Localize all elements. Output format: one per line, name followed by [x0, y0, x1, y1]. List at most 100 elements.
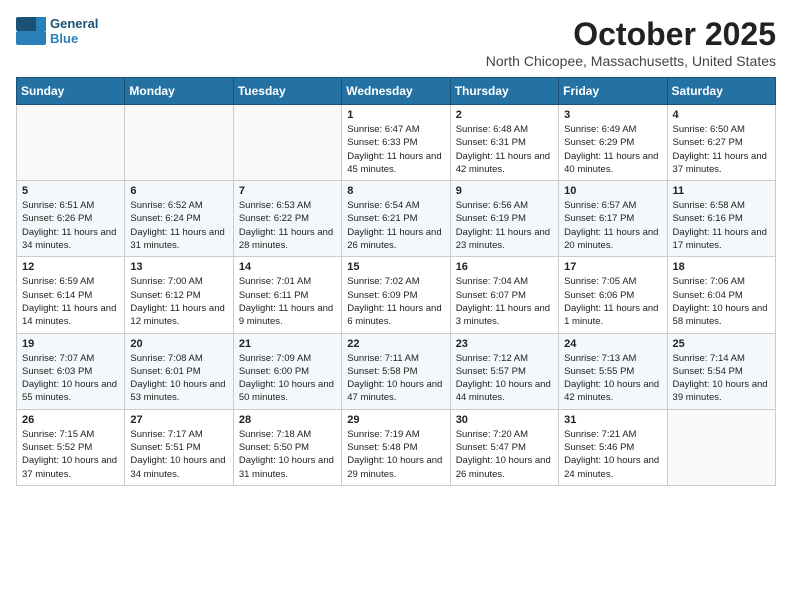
calendar-cell: 30Sunrise: 7:20 AM Sunset: 5:47 PM Dayli… — [450, 409, 558, 485]
day-info: Sunrise: 6:57 AM Sunset: 6:17 PM Dayligh… — [564, 199, 661, 252]
day-number: 31 — [564, 414, 661, 426]
day-info: Sunrise: 7:14 AM Sunset: 5:54 PM Dayligh… — [673, 352, 770, 405]
day-info: Sunrise: 7:17 AM Sunset: 5:51 PM Dayligh… — [130, 428, 227, 481]
day-info: Sunrise: 7:11 AM Sunset: 5:58 PM Dayligh… — [347, 352, 444, 405]
calendar-header-day: Sunday — [17, 78, 125, 105]
calendar-cell: 14Sunrise: 7:01 AM Sunset: 6:11 PM Dayli… — [233, 257, 341, 333]
logo: General Blue — [16, 16, 98, 46]
day-number: 9 — [456, 185, 553, 197]
calendar-cell: 27 Sunrise: 7:17 AM Sunset: 5:51 PM Dayli… — [125, 409, 233, 485]
day-info: Sunrise: 7:02 AM Sunset: 6:09 PM Dayligh… — [347, 275, 444, 328]
calendar-cell: 11Sunrise: 6:58 AM Sunset: 6:16 PM Dayli… — [667, 181, 775, 257]
calendar-header-day: Friday — [559, 78, 667, 105]
calendar-cell: 28 Sunrise: 7:18 AM Sunset: 5:50 PM Dayli… — [233, 409, 341, 485]
calendar-cell: 3 Sunrise: 6:49 AM Sunset: 6:29 PM Daylig… — [559, 105, 667, 181]
day-number: 3 — [564, 109, 661, 121]
calendar-cell: 16 Sunrise: 7:04 AM Sunset: 6:07 PM Dayli… — [450, 257, 558, 333]
calendar-header-row: SundayMondayTuesdayWednesdayThursdayFrid… — [17, 78, 776, 105]
day-number: 24 — [564, 338, 661, 350]
day-info: Sunrise: 7:00 AM Sunset: 6:12 PM Dayligh… — [130, 275, 227, 328]
day-number: 28 — [239, 414, 336, 426]
calendar-header-day: Thursday — [450, 78, 558, 105]
day-number: 25 — [673, 338, 770, 350]
day-info: Sunrise: 7:21 AM Sunset: 5:46 PM Dayligh… — [564, 428, 661, 481]
calendar-cell: 25 Sunrise: 7:14 AM Sunset: 5:54 PM Dayli… — [667, 333, 775, 409]
day-info: Sunrise: 6:49 AM Sunset: 6:29 PM Dayligh… — [564, 123, 661, 176]
calendar-cell: 20 Sunrise: 7:08 AM Sunset: 6:01 PM Dayli… — [125, 333, 233, 409]
calendar-week-row: 1Sunrise: 6:47 AM Sunset: 6:33 PM Daylig… — [17, 105, 776, 181]
calendar-cell: 12 Sunrise: 6:59 AM Sunset: 6:14 PM Dayli… — [17, 257, 125, 333]
day-number: 4 — [673, 109, 770, 121]
calendar-cell — [233, 105, 341, 181]
day-info: Sunrise: 6:53 AM Sunset: 6:22 PM Dayligh… — [239, 199, 336, 252]
calendar-cell: 13 Sunrise: 7:00 AM Sunset: 6:12 PM Dayli… — [125, 257, 233, 333]
calendar-cell: 5 Sunrise: 6:51 AM Sunset: 6:26 PM Daylig… — [17, 181, 125, 257]
day-number: 29 — [347, 414, 444, 426]
location-subtitle: North Chicopee, Massachusetts, United St… — [486, 53, 776, 69]
calendar-header-day: Tuesday — [233, 78, 341, 105]
day-info: Sunrise: 6:51 AM Sunset: 6:26 PM Dayligh… — [22, 199, 119, 252]
day-info: Sunrise: 6:58 AM Sunset: 6:16 PM Dayligh… — [673, 199, 770, 252]
day-info: Sunrise: 7:04 AM Sunset: 6:07 PM Dayligh… — [456, 275, 553, 328]
calendar-cell: 24 Sunrise: 7:13 AM Sunset: 5:55 PM Dayli… — [559, 333, 667, 409]
day-info: Sunrise: 7:01 AM Sunset: 6:11 PM Dayligh… — [239, 275, 336, 328]
day-info: Sunrise: 6:54 AM Sunset: 6:21 PM Dayligh… — [347, 199, 444, 252]
day-number: 20 — [130, 338, 227, 350]
day-number: 8 — [347, 185, 444, 197]
calendar-cell — [667, 409, 775, 485]
calendar-header-day: Wednesday — [342, 78, 450, 105]
calendar-cell: 19Sunrise: 7:07 AM Sunset: 6:03 PM Dayli… — [17, 333, 125, 409]
calendar-header-day: Monday — [125, 78, 233, 105]
calendar-cell: 29Sunrise: 7:19 AM Sunset: 5:48 PM Dayli… — [342, 409, 450, 485]
logo-text: General Blue — [50, 16, 98, 46]
day-number: 12 — [22, 261, 119, 273]
calendar-cell: 22 Sunrise: 7:11 AM Sunset: 5:58 PM Dayli… — [342, 333, 450, 409]
month-title: October 2025 — [486, 16, 776, 53]
calendar-cell: 26Sunrise: 7:15 AM Sunset: 5:52 PM Dayli… — [17, 409, 125, 485]
day-number: 16 — [456, 261, 553, 273]
day-info: Sunrise: 7:08 AM Sunset: 6:01 PM Dayligh… — [130, 352, 227, 405]
day-number: 7 — [239, 185, 336, 197]
day-info: Sunrise: 7:13 AM Sunset: 5:55 PM Dayligh… — [564, 352, 661, 405]
day-info: Sunrise: 6:56 AM Sunset: 6:19 PM Dayligh… — [456, 199, 553, 252]
page-header: General Blue October 2025 North Chicopee… — [16, 16, 776, 69]
day-number: 22 — [347, 338, 444, 350]
calendar-week-row: 5 Sunrise: 6:51 AM Sunset: 6:26 PM Daylig… — [17, 181, 776, 257]
day-number: 6 — [130, 185, 227, 197]
calendar-cell: 2Sunrise: 6:48 AM Sunset: 6:31 PM Daylig… — [450, 105, 558, 181]
calendar-cell: 21 Sunrise: 7:09 AM Sunset: 6:00 PM Dayli… — [233, 333, 341, 409]
day-info: Sunrise: 6:52 AM Sunset: 6:24 PM Dayligh… — [130, 199, 227, 252]
day-number: 21 — [239, 338, 336, 350]
calendar-cell: 1Sunrise: 6:47 AM Sunset: 6:33 PM Daylig… — [342, 105, 450, 181]
day-info: Sunrise: 6:59 AM Sunset: 6:14 PM Dayligh… — [22, 275, 119, 328]
day-number: 19 — [22, 338, 119, 350]
calendar-table: SundayMondayTuesdayWednesdayThursdayFrid… — [16, 77, 776, 486]
day-number: 13 — [130, 261, 227, 273]
calendar-cell — [125, 105, 233, 181]
calendar-cell — [17, 105, 125, 181]
calendar-cell: 6 Sunrise: 6:52 AM Sunset: 6:24 PM Daylig… — [125, 181, 233, 257]
day-number: 30 — [456, 414, 553, 426]
day-info: Sunrise: 7:18 AM Sunset: 5:50 PM Dayligh… — [239, 428, 336, 481]
day-number: 10 — [564, 185, 661, 197]
calendar-cell: 10 Sunrise: 6:57 AM Sunset: 6:17 PM Dayli… — [559, 181, 667, 257]
day-number: 5 — [22, 185, 119, 197]
day-number: 17 — [564, 261, 661, 273]
calendar-cell: 4Sunrise: 6:50 AM Sunset: 6:27 PM Daylig… — [667, 105, 775, 181]
title-section: October 2025 North Chicopee, Massachuset… — [486, 16, 776, 69]
calendar-header-day: Saturday — [667, 78, 775, 105]
calendar-cell: 7 Sunrise: 6:53 AM Sunset: 6:22 PM Daylig… — [233, 181, 341, 257]
calendar-cell: 8 Sunrise: 6:54 AM Sunset: 6:21 PM Daylig… — [342, 181, 450, 257]
calendar-cell: 18Sunrise: 7:06 AM Sunset: 6:04 PM Dayli… — [667, 257, 775, 333]
calendar-cell: 15 Sunrise: 7:02 AM Sunset: 6:09 PM Dayli… — [342, 257, 450, 333]
calendar-cell: 17 Sunrise: 7:05 AM Sunset: 6:06 PM Dayli… — [559, 257, 667, 333]
day-number: 15 — [347, 261, 444, 273]
day-number: 18 — [673, 261, 770, 273]
day-info: Sunrise: 7:12 AM Sunset: 5:57 PM Dayligh… — [456, 352, 553, 405]
day-number: 1 — [347, 109, 444, 121]
day-number: 23 — [456, 338, 553, 350]
day-info: Sunrise: 7:09 AM Sunset: 6:00 PM Dayligh… — [239, 352, 336, 405]
day-info: Sunrise: 6:48 AM Sunset: 6:31 PM Dayligh… — [456, 123, 553, 176]
day-number: 27 — [130, 414, 227, 426]
day-info: Sunrise: 7:05 AM Sunset: 6:06 PM Dayligh… — [564, 275, 661, 328]
